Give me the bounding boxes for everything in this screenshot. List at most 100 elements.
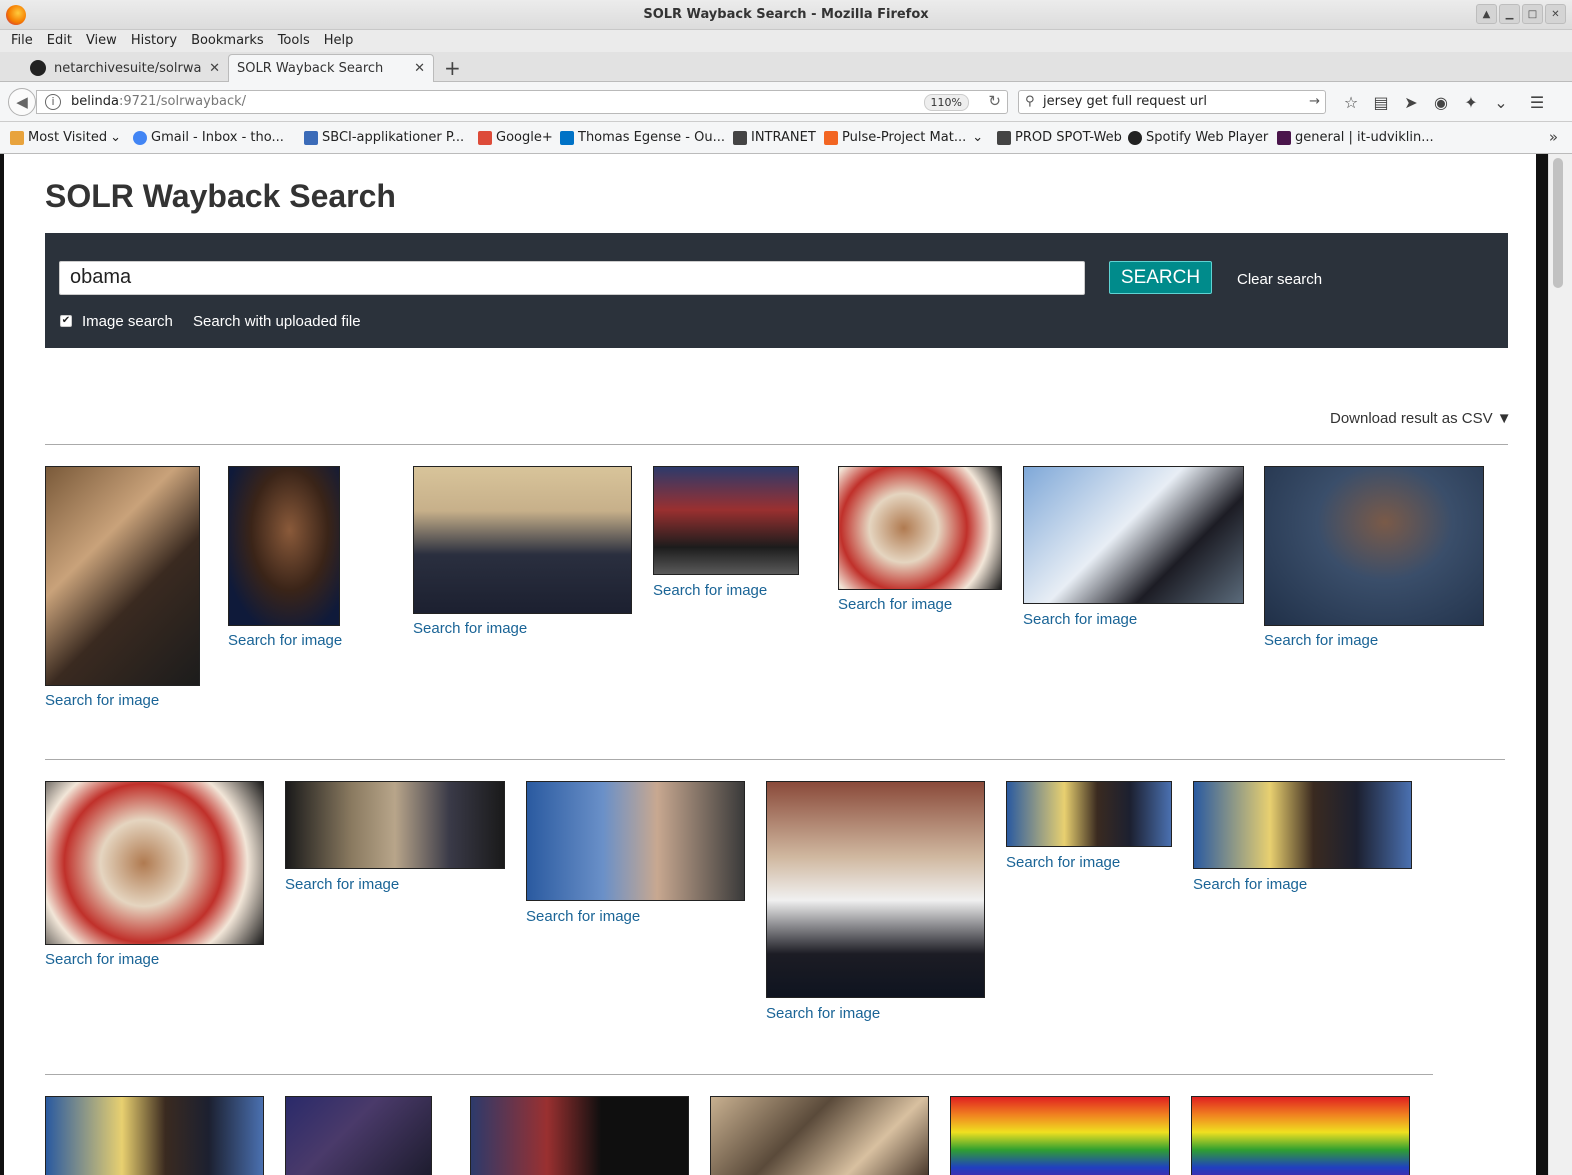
window-titlebar: SOLR Wayback Search - Mozilla Firefox ▲ … [0, 0, 1572, 30]
image-search-label[interactable]: Image search [82, 313, 173, 330]
result-thumbnail[interactable] [653, 466, 799, 575]
divider [45, 759, 1505, 760]
result-thumbnail[interactable] [766, 781, 985, 998]
bookmark-outlook[interactable]: Thomas Egense - Ou... [560, 130, 725, 145]
window-minimize-icon[interactable]: ▁ [1499, 4, 1520, 24]
window-maximize-icon[interactable]: □ [1522, 4, 1543, 24]
result-thumbnail[interactable] [710, 1096, 929, 1175]
menu-history[interactable]: History [124, 30, 184, 52]
bookmark-pulse[interactable]: Pulse-Project Mat... ⌄ [824, 130, 983, 145]
result-thumbnail[interactable] [45, 1096, 264, 1175]
slack-icon [1277, 130, 1291, 145]
web-search-value[interactable]: jersey get full request url [1043, 94, 1207, 109]
query-input[interactable]: obama [59, 261, 1085, 295]
extension-globe-icon[interactable]: ◉ [1426, 91, 1456, 113]
menu-view[interactable]: View [79, 30, 124, 52]
bookmark-sbci[interactable]: SBCI-applikationer P... [304, 130, 464, 145]
outlook-icon [560, 130, 574, 145]
intranet-icon [733, 130, 747, 145]
reload-icon[interactable]: ↻ [988, 92, 1001, 110]
url-text[interactable]: belinda:9721/solrwayback/ [71, 94, 246, 109]
close-tab-icon[interactable]: ✕ [414, 61, 425, 76]
bookmark-most-visited[interactable]: Most Visited ⌄ [10, 130, 121, 145]
bookmark-gmail[interactable]: Gmail - Inbox - tho... [133, 130, 284, 145]
search-for-image-link[interactable]: Search for image [1264, 632, 1378, 649]
tab-label: netarchivesuite/solrwa [54, 60, 202, 76]
extension-menu-icon[interactable]: ✦ [1456, 91, 1486, 113]
url-bar[interactable]: i belinda:9721/solrwayback/ 110% ↻ [36, 90, 1008, 114]
result-thumbnail[interactable] [950, 1096, 1170, 1175]
library-icon[interactable]: ▤ [1366, 91, 1396, 113]
bookmarks-bar: Most Visited ⌄ Gmail - Inbox - tho... SBC… [0, 122, 1572, 154]
new-tab-icon[interactable]: + [444, 56, 461, 80]
result-thumbnail[interactable] [470, 1096, 689, 1175]
clear-search-link[interactable]: Clear search [1237, 271, 1322, 288]
google-icon [133, 130, 147, 145]
send-icon[interactable]: ➤ [1396, 91, 1426, 113]
search-for-image-link[interactable]: Search for image [413, 620, 527, 637]
search-for-image-link[interactable]: Search for image [526, 908, 640, 925]
menu-bookmarks[interactable]: Bookmarks [184, 30, 271, 52]
bookmark-star-icon[interactable]: ☆ [1336, 91, 1366, 113]
chevron-down-icon[interactable]: ⌄ [1486, 91, 1516, 113]
back-arrow-icon[interactable]: ◀ [8, 88, 36, 116]
window-controls: ▲ ▁ □ ✕ [1476, 4, 1566, 24]
page-scrollbar[interactable] [1548, 154, 1572, 1175]
search-for-image-link[interactable]: Search for image [1006, 854, 1120, 871]
search-for-image-link[interactable]: Search for image [766, 1005, 880, 1022]
web-search-box[interactable]: ⚲ jersey get full request url → [1018, 90, 1326, 114]
url-path: :9721/solrwayback/ [118, 94, 247, 109]
bookmark-prod-spot[interactable]: PROD SPOT-Web [997, 130, 1122, 145]
close-tab-icon[interactable]: ✕ [209, 61, 220, 76]
result-thumbnail[interactable] [228, 466, 340, 626]
menu-tools[interactable]: Tools [271, 30, 317, 52]
search-for-image-link[interactable]: Search for image [1023, 611, 1137, 628]
search-uploaded-file-link[interactable]: Search with uploaded file [193, 313, 361, 330]
result-thumbnail[interactable] [526, 781, 745, 901]
sbci-icon [304, 130, 318, 145]
search-for-image-link[interactable]: Search for image [838, 596, 952, 613]
scrollbar-thumb[interactable] [1553, 158, 1563, 288]
menu-help[interactable]: Help [317, 30, 361, 52]
search-button[interactable]: SEARCH [1109, 261, 1212, 294]
bookmark-spotify[interactable]: Spotify Web Player [1128, 130, 1268, 145]
divider [45, 1074, 1433, 1075]
tab-github[interactable]: netarchivesuite/solrwa ✕ [22, 54, 228, 82]
zoom-level[interactable]: 110% [923, 94, 969, 111]
result-thumbnail[interactable] [285, 781, 505, 869]
result-thumbnail[interactable] [1006, 781, 1172, 847]
search-for-image-link[interactable]: Search for image [228, 632, 342, 649]
hamburger-menu-icon[interactable]: ☰ [1522, 91, 1552, 113]
google-plus-icon [478, 130, 492, 145]
search-for-image-link[interactable]: Search for image [285, 876, 399, 893]
result-thumbnail[interactable] [1023, 466, 1244, 604]
window-close-icon[interactable]: ✕ [1545, 4, 1566, 24]
search-for-image-link[interactable]: Search for image [1193, 876, 1307, 893]
bookmark-slack[interactable]: general | it-udviklin... [1277, 130, 1434, 145]
result-thumbnail[interactable] [285, 1096, 432, 1175]
spotify-icon [1128, 130, 1142, 145]
result-thumbnail[interactable] [45, 466, 200, 686]
site-info-icon[interactable]: i [45, 94, 61, 110]
menu-edit[interactable]: Edit [40, 30, 79, 52]
image-search-checkbox[interactable]: ✔ [60, 315, 72, 327]
result-thumbnail[interactable] [45, 781, 264, 945]
result-thumbnail[interactable] [413, 466, 632, 614]
result-thumbnail[interactable] [1193, 781, 1412, 869]
bookmark-google-plus[interactable]: Google+ [478, 130, 553, 145]
tab-solr-wayback[interactable]: SOLR Wayback Search ✕ [228, 54, 434, 82]
search-for-image-link[interactable]: Search for image [653, 582, 767, 599]
search-for-image-link[interactable]: Search for image [45, 692, 159, 709]
search-for-image-link[interactable]: Search for image [45, 951, 159, 968]
result-thumbnail[interactable] [1191, 1096, 1410, 1175]
result-thumbnail[interactable] [1264, 466, 1484, 626]
bookmarks-overflow-icon[interactable]: » [1549, 128, 1558, 146]
window-shade-icon[interactable]: ▲ [1476, 4, 1497, 24]
toolbar-icons: ☆ ▤ ➤ ◉ ✦ ⌄ ☰ [1336, 91, 1552, 113]
bookmark-intranet[interactable]: INTRANET [733, 130, 816, 145]
menu-file[interactable]: File [4, 30, 40, 52]
go-arrow-icon[interactable]: → [1309, 94, 1320, 109]
download-csv-link[interactable]: Download result as CSV ▼ [1330, 410, 1512, 427]
result-thumbnail[interactable] [838, 466, 1002, 590]
menu-bar: File Edit View History Bookmarks Tools H… [0, 30, 1572, 52]
